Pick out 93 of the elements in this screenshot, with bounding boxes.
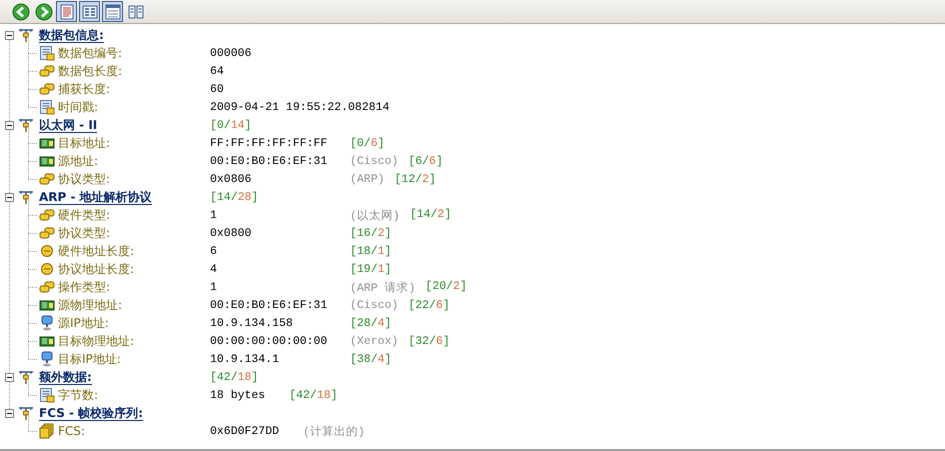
protocol-icon <box>18 190 34 204</box>
disc-icon <box>39 261 55 277</box>
field-value: 4 <box>210 262 217 276</box>
field-value: 18 bytes <box>210 388 266 402</box>
field-value: 0x0806 <box>210 172 252 186</box>
field-label: 源物理地址: <box>58 296 124 314</box>
field-note: (ARP) <box>350 172 385 186</box>
byte-range: [22/6] <box>408 298 450 312</box>
byte-range: [6/6] <box>408 154 443 168</box>
byte-range: [12/2] <box>394 172 436 186</box>
collapse-toggle[interactable] <box>5 372 14 382</box>
document-view-button[interactable] <box>56 1 77 22</box>
document-icon <box>39 387 55 403</box>
hex-view-button[interactable] <box>79 1 100 22</box>
section-title[interactable]: 数据包信息: <box>39 28 104 42</box>
protocol-icon <box>18 28 34 42</box>
field-value: FF:FF:FF:FF:FF:FF <box>210 136 328 150</box>
disc-icon <box>39 243 55 259</box>
byte-range: [42/18] <box>289 388 338 402</box>
field-note: (Xerox) <box>350 334 398 348</box>
back-button[interactable] <box>10 1 31 22</box>
field-label: 硬件类型: <box>58 206 112 224</box>
field-label: 目标IP地址: <box>58 350 122 368</box>
section-title[interactable]: 额外数据: <box>39 370 92 384</box>
byte-range: [14/28] <box>210 190 258 204</box>
protocol-icon <box>18 406 34 420</box>
coins-icon <box>39 81 55 97</box>
field-label: 协议地址长度: <box>58 260 136 278</box>
byte-range: [0/6] <box>350 136 385 150</box>
coins-icon <box>39 63 55 79</box>
field-value: 0x0800 <box>210 226 252 240</box>
field-value: 1 <box>210 208 217 222</box>
field-value: 10.9.134.1 <box>210 352 280 366</box>
field-value: 6 <box>210 244 217 258</box>
coins-icon <box>39 225 55 241</box>
byte-range: [19/1] <box>350 262 392 276</box>
field-label: 时间戳: <box>58 98 100 116</box>
field-label: 数据包编号: <box>58 44 124 62</box>
byte-range: [14/2] <box>410 208 452 222</box>
field-value: 64 <box>210 64 224 78</box>
section-title[interactable]: FCS - 帧校验序列: <box>39 406 144 420</box>
forward-button[interactable] <box>33 1 54 22</box>
field-value: 00:00:00:00:00:00 <box>210 334 328 348</box>
field-label: 操作类型: <box>58 278 112 296</box>
field-value: 000006 <box>210 46 252 60</box>
stack-icon <box>39 423 55 439</box>
collapse-toggle[interactable] <box>5 192 14 202</box>
coins-icon <box>39 279 55 295</box>
field-label: 硬件地址长度: <box>58 242 136 260</box>
field-value: 2009-04-21 19:55:22.082814 <box>210 100 390 114</box>
field-note: (Cisco) <box>350 298 398 312</box>
field-value: 1 <box>210 280 217 294</box>
field-value: 10.9.134.158 <box>210 316 293 330</box>
field-label: 协议类型: <box>58 170 112 188</box>
byte-range: [16/2] <box>350 226 392 240</box>
section-title[interactable]: 以太网 - II <box>39 118 98 132</box>
computer-icon <box>39 351 55 367</box>
coins-icon <box>39 207 55 223</box>
field-label: 字节数: <box>58 386 100 404</box>
field-label: 源IP地址: <box>58 314 110 332</box>
byte-range: [18/1] <box>350 244 392 258</box>
field-label: 捕获长度: <box>58 80 112 98</box>
field-label: 协议类型: <box>58 224 112 242</box>
field-note: (以太网) <box>350 208 400 222</box>
collapse-toggle[interactable] <box>5 120 14 130</box>
protocol-icon <box>18 370 34 384</box>
field-value: 00:E0:B0:E6:EF:31 <box>210 154 328 168</box>
list-view-button[interactable] <box>102 1 123 22</box>
document-icon <box>39 45 55 61</box>
field-value: 0x6D0F27DD <box>210 424 280 438</box>
field-note: (计算出的) <box>303 424 365 438</box>
byte-range: [38/4] <box>350 352 392 366</box>
byte-range: [20/2] <box>425 280 467 294</box>
collapse-toggle[interactable] <box>5 30 14 40</box>
byte-range: [0/14] <box>210 118 252 132</box>
field-label: 目标物理地址: <box>58 332 136 350</box>
section-title[interactable]: ARP - 地址解析协议 <box>39 190 152 204</box>
coins-icon <box>39 171 55 187</box>
field-label: 目标地址: <box>58 134 112 152</box>
computer-icon <box>39 315 55 331</box>
field-label: 源地址: <box>58 152 100 170</box>
field-label: FCS: <box>58 424 86 438</box>
field-label: 数据包长度: <box>58 62 124 80</box>
field-note: (Cisco) <box>350 154 398 168</box>
field-note: (ARP 请求) <box>350 280 416 294</box>
byte-range: [32/6] <box>408 334 450 348</box>
field-value: 60 <box>210 82 224 96</box>
protocol-icon <box>18 118 34 132</box>
document-icon <box>39 99 55 115</box>
field-value: 00:E0:B0:E6:EF:31 <box>210 298 328 312</box>
byte-range: [28/4] <box>350 316 392 330</box>
byte-range: [42/18] <box>210 370 258 384</box>
collapse-toggle[interactable] <box>5 408 14 418</box>
